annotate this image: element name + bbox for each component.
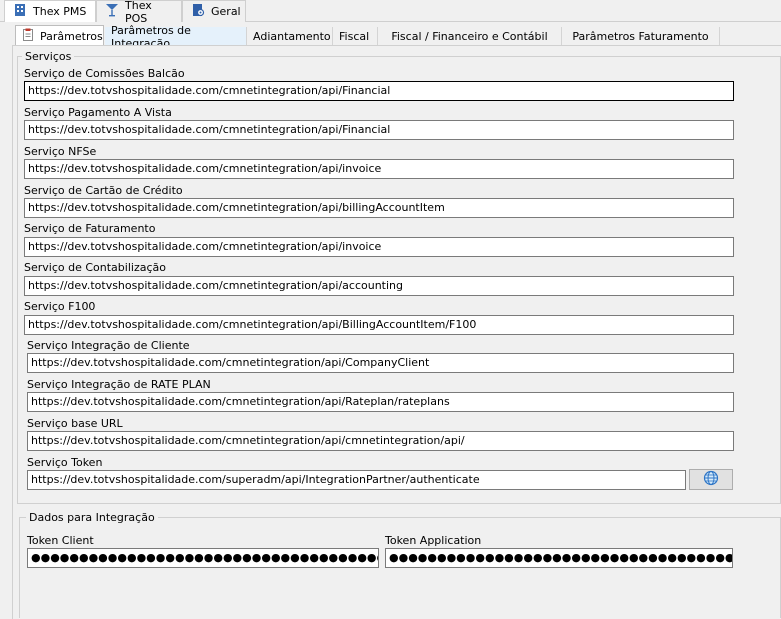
field-label-token: Serviço Token: [27, 456, 103, 469]
tab-fiscal-label: Fiscal: [339, 30, 370, 43]
tab-parametros-label: Parâmetros: [40, 29, 103, 43]
tab-thex-pms-label: Thex PMS: [33, 5, 87, 18]
field-label-f100: Serviço F100: [24, 300, 96, 313]
base-url-input[interactable]: https://dev.totvshospitalidade.com/cmnet…: [27, 431, 734, 451]
field-label-integracao-cliente: Serviço Integração de Cliente: [27, 339, 190, 352]
field-label-contabilizacao: Serviço de Contabilização: [24, 261, 166, 274]
field-label-nfse: Serviço NFSe: [24, 145, 97, 158]
field-label-faturamento: Serviço de Faturamento: [24, 222, 156, 235]
field-label-cartao-credito: Serviço de Cartão de Crédito: [24, 184, 183, 197]
cocktail-icon: [105, 3, 119, 20]
field-label-pagamento-a-vista: Serviço Pagamento A Vista: [24, 106, 172, 119]
field-label-token-client: Token Client: [27, 534, 94, 547]
token-application-input[interactable]: ●●●●●●●●●●●●●●●●●●●●●●●●●●●●●●●●●●●●●●●●…: [385, 548, 733, 568]
field-label-base-url: Serviço base URL: [27, 417, 123, 430]
comissoes-balcao-input[interactable]: https://dev.totvshospitalidade.com/cmnet…: [24, 81, 734, 101]
integration-group-title: Dados para Integração: [26, 511, 158, 524]
tab-fiscal-financeiro-contabil[interactable]: Fiscal / Financeiro e Contábil: [378, 27, 562, 46]
clipboard-icon: [22, 28, 35, 44]
tab-thex-pos-label: Thex POS: [125, 0, 152, 25]
tab-geral-label: Geral: [211, 5, 241, 18]
integracao-cliente-input[interactable]: https://dev.totvshospitalidade.com/cmnet…: [27, 353, 734, 373]
tab-adiantamento-label: Adiantamento: [253, 30, 331, 43]
token-client-input[interactable]: ●●●●●●●●●●●●●●●●●●●●●●●●●●●●●●●●●●●●●●●●…: [27, 548, 379, 568]
settings-document-icon: [191, 3, 205, 20]
tab-thex-pos[interactable]: Thex POS: [96, 0, 182, 25]
building-icon: [13, 3, 27, 20]
pagamento-a-vista-input[interactable]: https://dev.totvshospitalidade.com/cmnet…: [24, 120, 734, 140]
globe-icon: [703, 470, 719, 489]
tab-geral[interactable]: Geral: [182, 0, 246, 22]
rate-plan-input[interactable]: https://dev.totvshospitalidade.com/cmnet…: [27, 392, 734, 412]
services-group-title: Serviços: [22, 50, 75, 63]
tab-parametros-faturamento[interactable]: Parâmetros Faturamento: [562, 27, 720, 46]
field-label-rate-plan: Serviço Integração de RATE PLAN: [27, 378, 211, 391]
f100-input[interactable]: https://dev.totvshospitalidade.com/cmnet…: [24, 315, 734, 335]
faturamento-input[interactable]: https://dev.totvshospitalidade.com/cmnet…: [24, 237, 734, 257]
contabilizacao-input[interactable]: https://dev.totvshospitalidade.com/cmnet…: [24, 276, 734, 296]
tab-fiscal[interactable]: Fiscal: [333, 27, 378, 46]
tab-fiscal-financeiro-contabil-label: Fiscal / Financeiro e Contábil: [391, 30, 548, 43]
test-connection-button[interactable]: [689, 469, 733, 490]
tab-parametros-integracao[interactable]: Parâmetros de Integração: [105, 24, 247, 50]
nfse-input[interactable]: https://dev.totvshospitalidade.com/cmnet…: [24, 159, 734, 179]
tab-adiantamento[interactable]: Adiantamento: [247, 27, 333, 46]
tab-thex-pms[interactable]: Thex PMS: [4, 0, 96, 22]
field-label-token-application: Token Application: [385, 534, 482, 547]
tab-parametros-faturamento-label: Parâmetros Faturamento: [572, 30, 709, 43]
cartao-credito-input[interactable]: https://dev.totvshospitalidade.com/cmnet…: [24, 198, 734, 218]
tab-parametros[interactable]: Parâmetros: [15, 25, 104, 46]
field-label-comissoes-balcao: Serviço de Comissões Balcão: [24, 67, 185, 80]
token-url-input[interactable]: https://dev.totvshospitalidade.com/super…: [27, 470, 686, 490]
